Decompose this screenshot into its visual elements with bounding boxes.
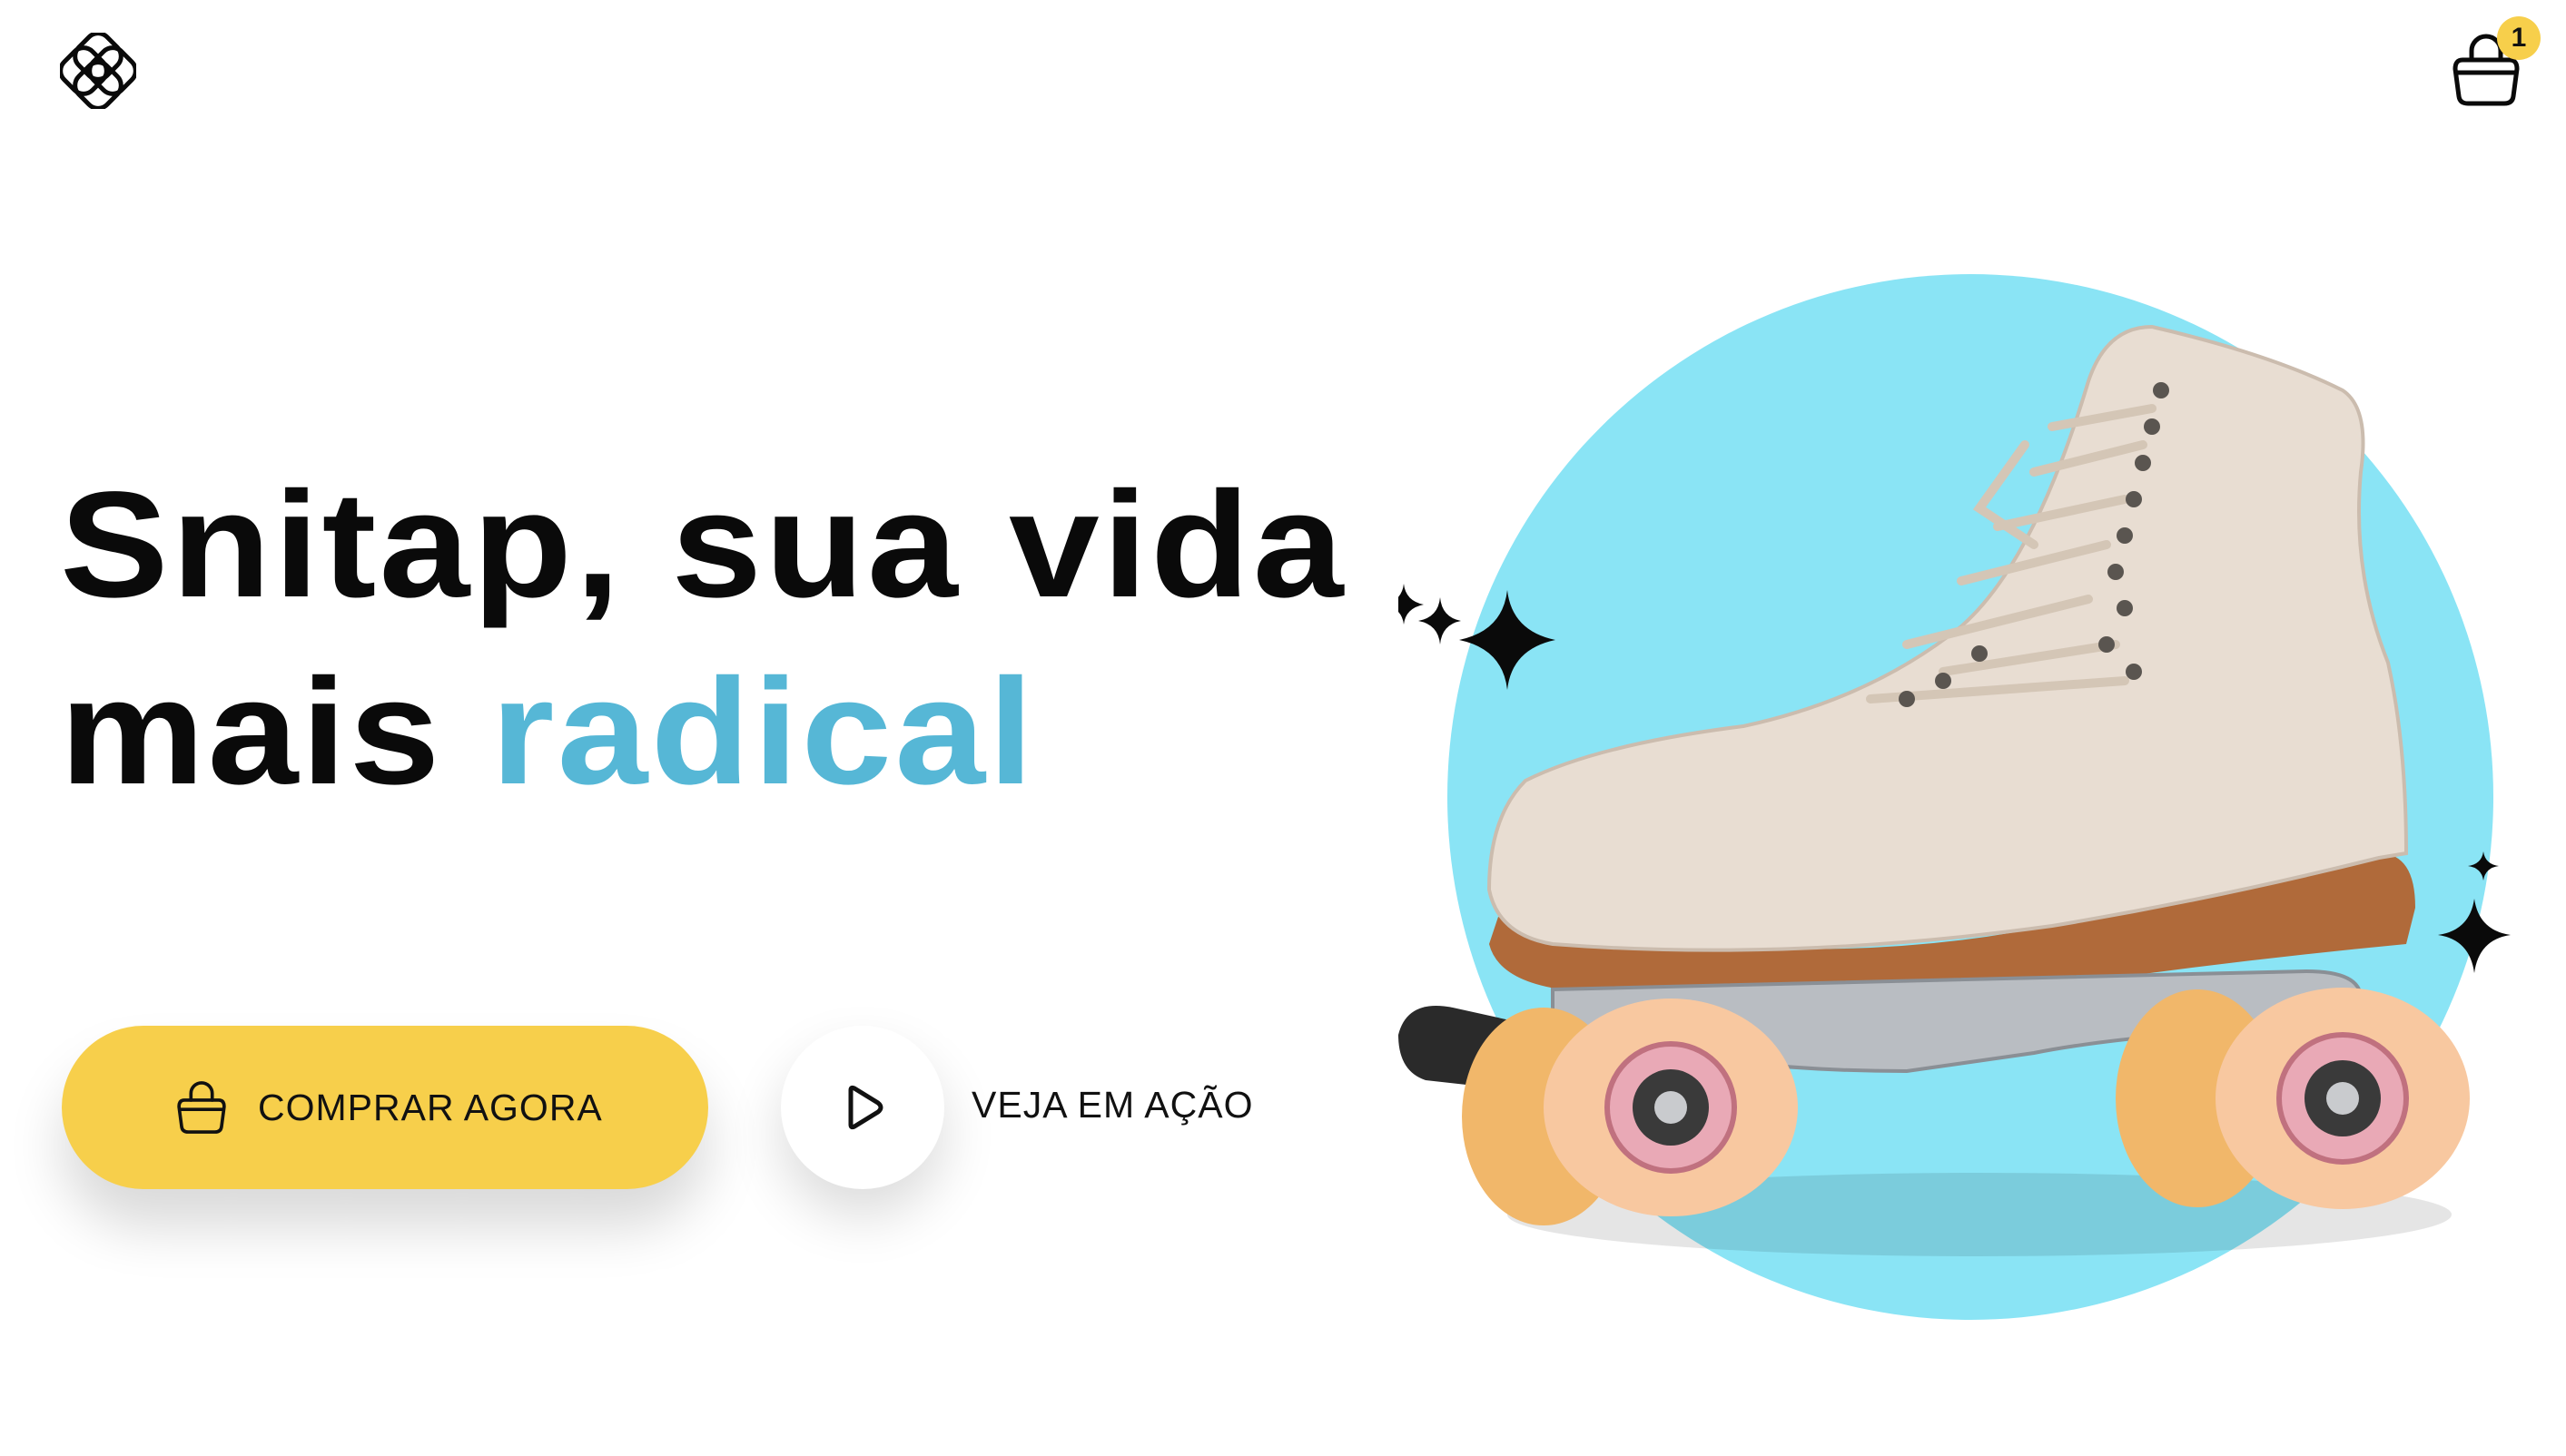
headline-accent: radical <box>490 648 1037 816</box>
cart-count-badge: 1 <box>2497 16 2541 60</box>
cart-button[interactable]: 1 <box>2441 16 2541 111</box>
hero-image <box>1384 272 2551 1362</box>
watch-video-label[interactable]: VEJA EM AÇÃO <box>972 1084 1254 1126</box>
buy-now-label: COMPRAR AGORA <box>258 1086 603 1128</box>
snitap-logo-icon <box>58 31 138 111</box>
buy-now-button[interactable]: COMPRAR AGORA <box>62 1026 708 1189</box>
headline-line-1: Snitap, sua vida <box>60 461 1347 629</box>
roller-skate-illustration <box>1384 274 2511 1320</box>
play-icon <box>848 1085 883 1130</box>
logo[interactable] <box>58 31 138 111</box>
watch-video-button[interactable] <box>781 1026 944 1189</box>
headline-line-2-prefix: mais <box>60 648 491 816</box>
shopping-bag-icon <box>177 1081 226 1134</box>
hero-headline: Snitap, sua vida mais radical <box>60 452 1347 826</box>
